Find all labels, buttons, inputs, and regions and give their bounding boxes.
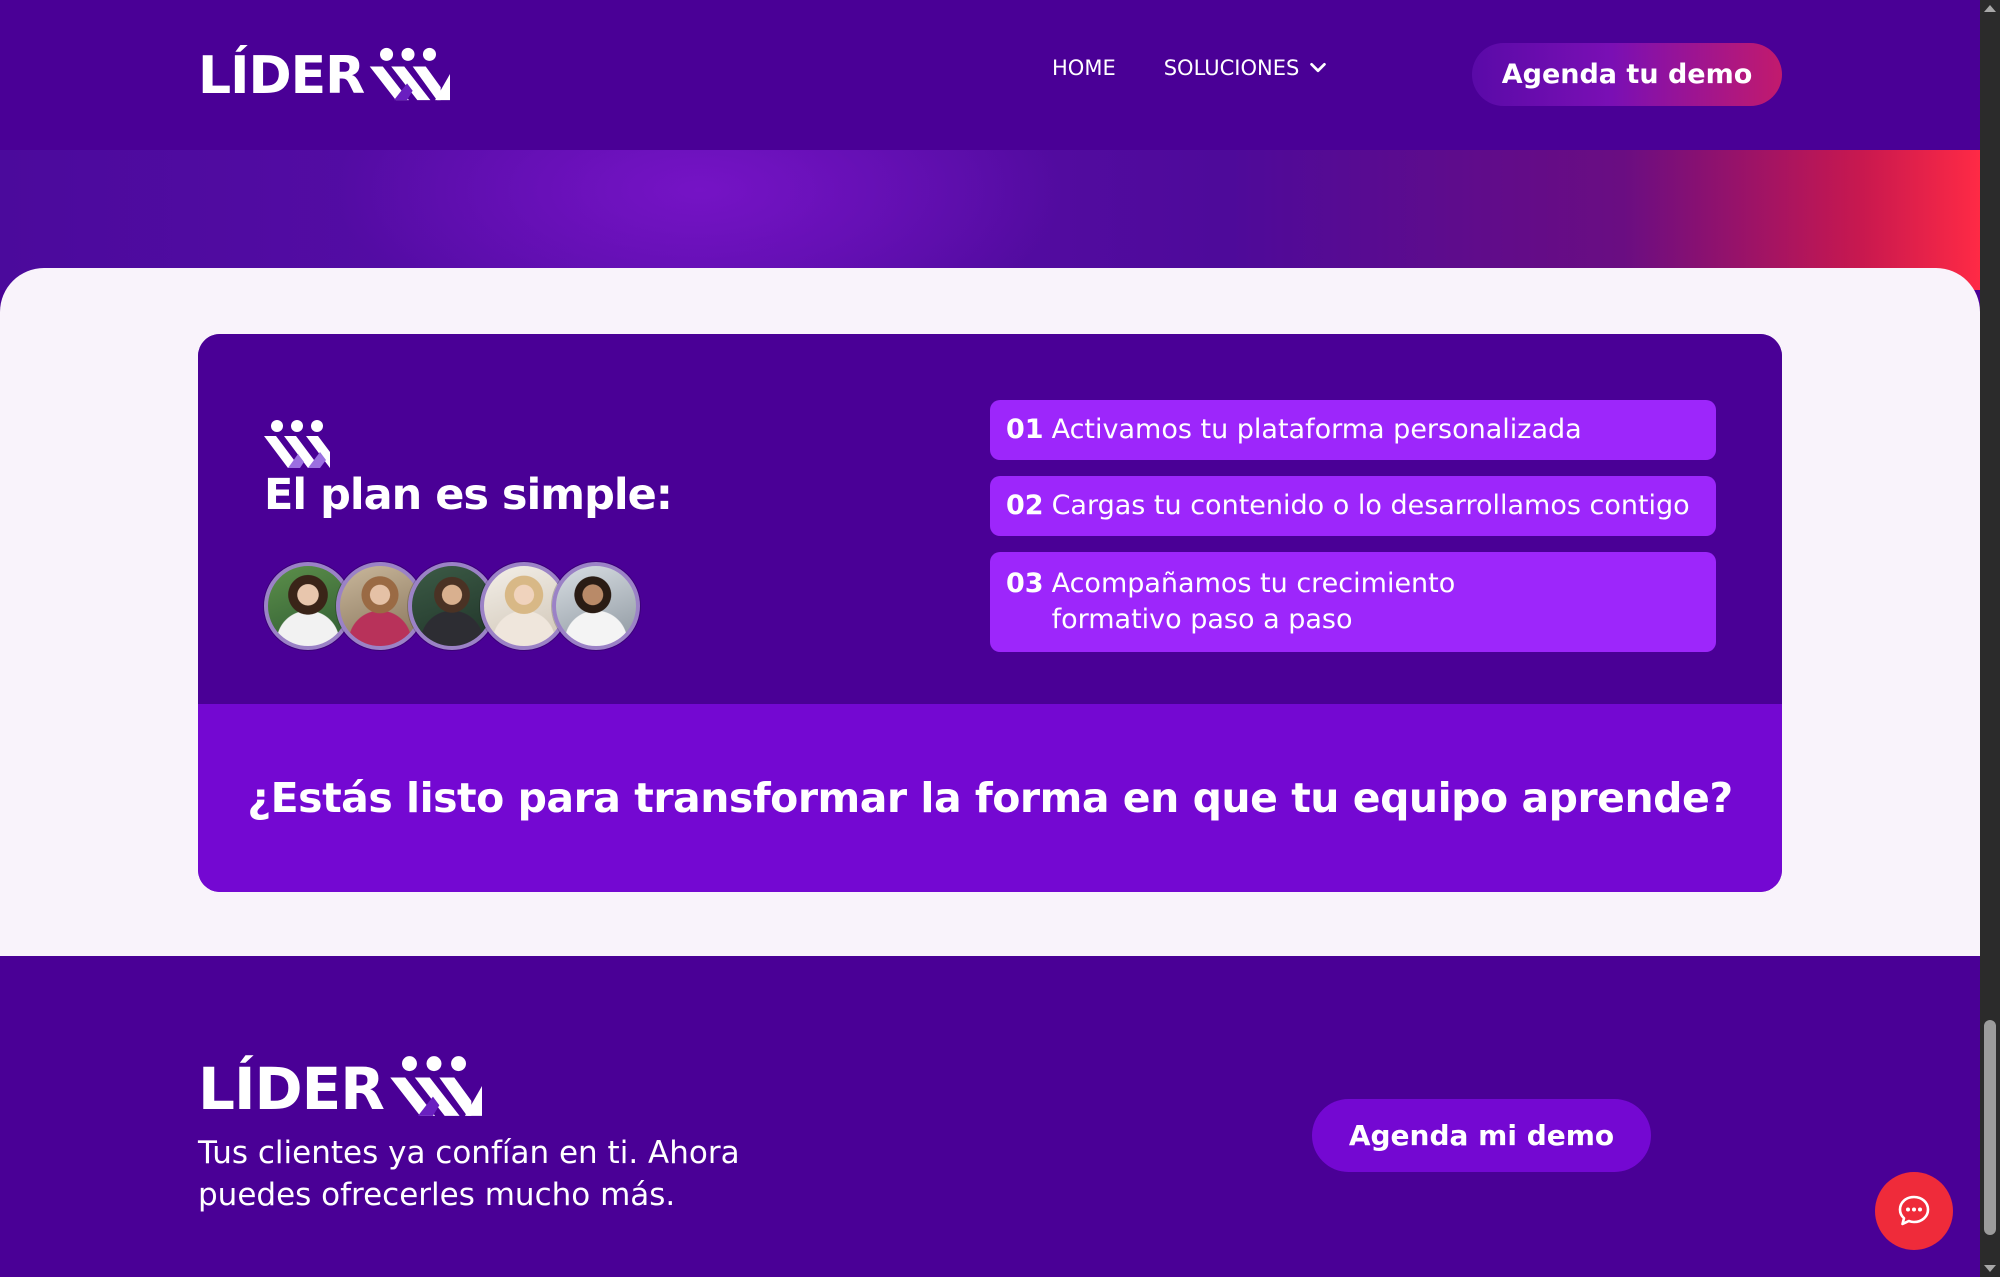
plan-card: El plan es simple: 01 Activamos tu plataf… [198,334,1782,892]
plan-title: El plan es simple: [264,470,673,520]
nav-home[interactable]: HOME [1052,56,1116,80]
plan-card-cta-strip: ¿Estás listo para transformar la forma e… [198,704,1782,892]
step-number: 02 [1006,490,1044,521]
plan-card-top: El plan es simple: 01 Activamos tu plataf… [198,334,1782,704]
scrollbar-thumb[interactable] [1984,1020,1996,1235]
header-logo[interactable]: LÍDER [198,46,451,106]
step-text: Cargas tu contenido o lo desarrollamos c… [1051,490,1690,521]
plan-step-3: 03 Acompañamos tu crecimiento formativo p… [990,552,1716,652]
lider-logo-mark-icon [390,1056,482,1116]
main-nav: HOME SOLUCIONES [1052,56,1329,80]
header-logo-wordmark: LÍDER [198,46,365,106]
step-number: 01 [1006,414,1044,445]
scroll-down-arrow-icon[interactable] [1984,1265,1996,1272]
chat-bubble-icon [1898,1195,1930,1226]
footer-logo-wordmark: LÍDER [198,1055,385,1123]
step-text: Activamos tu plataforma personalizada [1051,414,1582,445]
lider-logo-mark-icon [369,47,451,101]
step-number: 03 [1006,568,1044,599]
avatar-group [264,562,640,650]
step-text: Acompañamos tu crecimiento formativo pas… [1051,568,1456,635]
cta-question: ¿Estás listo para transformar la forma e… [247,774,1733,822]
footer-tagline: Tus clientes ya confían en ti. Ahora pue… [198,1135,740,1213]
plan-step-2: 02 Cargas tu contenido o lo desarrollamos… [990,476,1716,536]
plan-steps: 01 Activamos tu plataforma personalizada … [990,400,1716,668]
avatar [552,562,640,650]
plan-step-1: 01 Activamos tu plataforma personalizada [990,400,1716,460]
chat-button[interactable] [1875,1172,1953,1250]
scroll-up-arrow-icon[interactable] [1984,5,1996,12]
agenda-tu-demo-button[interactable]: Agenda tu demo [1472,43,1782,106]
nav-home-label: HOME [1052,56,1116,80]
lider-logo-mark-icon [264,420,330,468]
nav-soluciones[interactable]: SOLUCIONES [1164,56,1330,80]
footer-logo[interactable]: LÍDER [198,1054,482,1118]
chevron-down-icon [1310,62,1327,73]
nav-soluciones-label: SOLUCIONES [1163,56,1300,80]
agenda-mi-demo-button[interactable]: Agenda mi demo [1312,1099,1651,1172]
page-scrollbar[interactable] [1980,0,2000,1277]
